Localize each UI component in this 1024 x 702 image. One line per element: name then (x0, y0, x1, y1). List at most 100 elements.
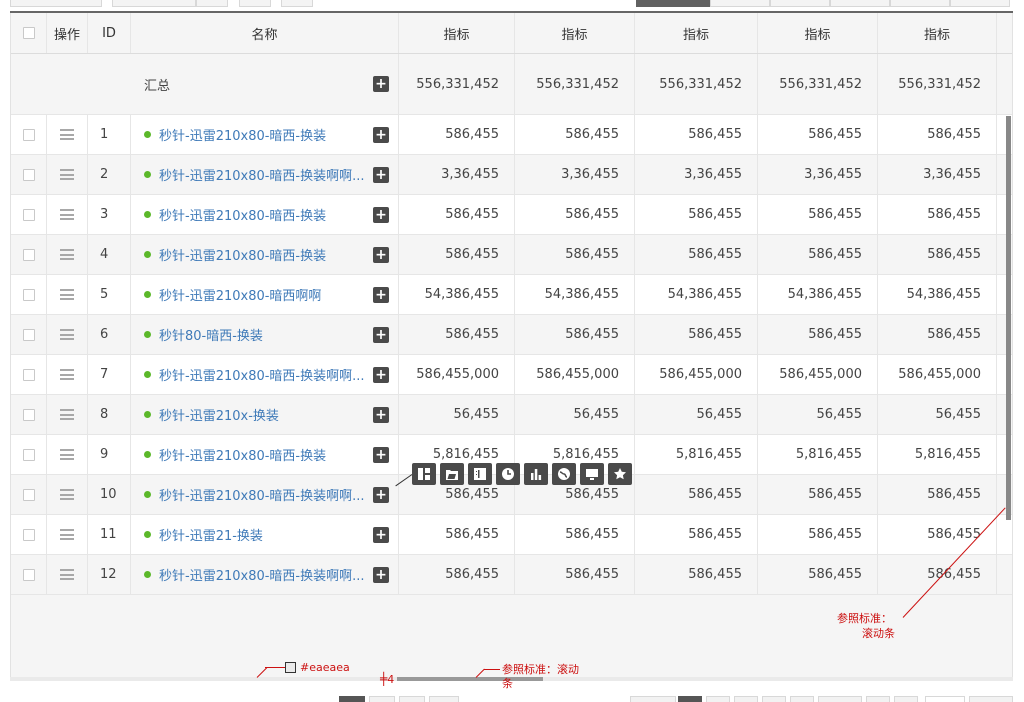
page-button[interactable] (429, 696, 459, 702)
page-button[interactable] (866, 696, 890, 702)
row-name-link[interactable]: 秒针-迅雷210x80-暗西-换装 (159, 205, 326, 224)
menu-icon[interactable] (60, 449, 74, 460)
row-checkbox[interactable] (22, 288, 35, 301)
menu-icon[interactable] (60, 169, 74, 180)
expand-plus-icon[interactable]: + (373, 206, 389, 223)
page-button[interactable] (630, 696, 676, 702)
table-row[interactable]: 1 秒针-迅雷210x80-暗西-换装 + 586,455 586,455 586… (11, 115, 1012, 155)
page-input[interactable] (925, 696, 965, 702)
row-checkbox[interactable] (22, 328, 35, 341)
menu-icon[interactable] (60, 369, 74, 380)
star-icon[interactable] (608, 463, 632, 485)
row-checkbox[interactable] (22, 488, 35, 501)
header-metric[interactable]: 指标 (515, 13, 635, 53)
top-control[interactable] (281, 0, 313, 7)
row-name-link[interactable]: 秒针-迅雷210x80-暗西-换装啊啊... (159, 165, 365, 184)
table-row[interactable]: 4 秒针-迅雷210x80-暗西-换装 + 586,455 586,455 586… (11, 235, 1012, 275)
row-checkbox[interactable] (22, 528, 35, 541)
page-button[interactable] (399, 696, 425, 702)
top-tab[interactable] (710, 0, 770, 7)
header-metric[interactable]: 指标 (399, 13, 515, 53)
table-row[interactable]: 8 秒针-迅雷210x-换装 + 56,455 56,455 56,455 56,… (11, 395, 1012, 435)
row-name-link[interactable]: 秒针-迅雷210x80-暗西-换装 (159, 245, 326, 264)
expand-plus-icon[interactable]: + (373, 326, 389, 343)
menu-icon[interactable] (60, 409, 74, 420)
page-button[interactable] (894, 696, 918, 702)
table-row[interactable]: 11 秒针-迅雷21-换装 + 586,455 586,455 586,455 5… (11, 515, 1012, 555)
row-checkbox[interactable] (22, 168, 35, 181)
row-checkbox[interactable] (22, 248, 35, 261)
folder-icon[interactable] (440, 463, 464, 485)
expand-plus-icon[interactable]: + (373, 566, 389, 583)
expand-plus-icon[interactable]: + (373, 366, 389, 383)
header-metric[interactable]: 指标 (635, 13, 758, 53)
header-name[interactable]: 名称 (131, 13, 399, 53)
header-metric[interactable]: 指标 (758, 13, 878, 53)
top-tab[interactable] (830, 0, 890, 7)
menu-icon[interactable] (60, 529, 74, 540)
page-go-button[interactable] (969, 696, 1013, 702)
menu-icon[interactable] (60, 249, 74, 260)
row-checkbox[interactable] (22, 208, 35, 221)
expand-plus-icon[interactable]: + (373, 526, 389, 543)
page-button[interactable] (762, 696, 786, 702)
menu-icon[interactable] (60, 209, 74, 220)
select-all-checkbox[interactable] (22, 27, 35, 39)
expand-plus-icon[interactable]: + (373, 166, 389, 183)
top-control[interactable] (10, 0, 102, 7)
expand-plus-icon[interactable]: + (373, 446, 389, 463)
clock-icon[interactable] (496, 463, 520, 485)
page-button[interactable] (818, 696, 862, 702)
row-name-link[interactable]: 秒针-迅雷210x80-暗西-换装啊啊... (159, 365, 365, 384)
bar-chart-icon[interactable] (524, 463, 548, 485)
row-name-link[interactable]: 秒针-迅雷210x80-暗西-换装 (159, 125, 326, 144)
table-row[interactable]: 5 秒针-迅雷210x80-暗西啊啊 + 54,386,455 54,386,45… (11, 275, 1012, 315)
layout-icon[interactable] (412, 463, 436, 485)
top-control[interactable] (112, 0, 196, 7)
horizontal-scroll-thumb[interactable] (397, 677, 543, 681)
row-checkbox[interactable] (22, 448, 35, 461)
monitor-icon[interactable] (580, 463, 604, 485)
vertical-scrollbar[interactable] (1006, 116, 1011, 520)
menu-icon[interactable] (60, 569, 74, 580)
table-row[interactable]: 3 秒针-迅雷210x80-暗西-换装 + 586,455 586,455 586… (11, 195, 1012, 235)
row-name-link[interactable]: 秒针-迅雷210x80-暗西啊啊 (159, 285, 321, 304)
page-button[interactable] (678, 696, 702, 702)
page-button[interactable] (369, 696, 395, 702)
row-checkbox[interactable] (22, 128, 35, 141)
row-checkbox[interactable] (22, 408, 35, 421)
row-name-link[interactable]: 秒针-迅雷210x80-暗西-换装啊啊... (159, 565, 365, 584)
expand-plus-icon[interactable]: + (373, 486, 389, 503)
expand-plus-icon[interactable]: + (373, 126, 389, 143)
top-tab[interactable] (770, 0, 830, 7)
table-row[interactable]: 2 秒针-迅雷210x80-暗西-换装啊啊... + 3,36,455 3,36,… (11, 155, 1012, 195)
top-tab-active[interactable] (636, 0, 710, 7)
expand-plus-icon[interactable]: + (373, 76, 389, 92)
table-row[interactable]: 6 秒针80-暗西-换装 + 586,455 586,455 586,455 58… (11, 315, 1012, 355)
row-name-link[interactable]: 秒针80-暗西-换装 (159, 325, 263, 344)
page-button[interactable] (706, 696, 730, 702)
row-name-link[interactable]: 秒针-迅雷210x-换装 (159, 405, 279, 424)
page-button[interactable] (339, 696, 365, 702)
page-button[interactable] (734, 696, 758, 702)
row-checkbox[interactable] (22, 368, 35, 381)
table-row[interactable]: 7 秒针-迅雷210x80-暗西-换装啊啊... + 586,455,000 58… (11, 355, 1012, 395)
menu-icon[interactable] (60, 289, 74, 300)
menu-icon[interactable] (60, 129, 74, 140)
row-name-link[interactable]: 秒针-迅雷210x80-暗西-换装啊啊... (159, 485, 365, 504)
globe-icon[interactable] (552, 463, 576, 485)
expand-plus-icon[interactable]: + (373, 406, 389, 423)
top-tab[interactable] (890, 0, 950, 7)
menu-icon[interactable] (60, 329, 74, 340)
menu-icon[interactable] (60, 489, 74, 500)
expand-plus-icon[interactable]: + (373, 246, 389, 263)
row-checkbox[interactable] (22, 568, 35, 581)
header-id[interactable]: ID (88, 13, 131, 53)
header-metric[interactable]: 指标 (878, 13, 997, 53)
row-name-link[interactable]: 秒针-迅雷21-换装 (159, 525, 263, 544)
top-tab[interactable] (950, 0, 1010, 7)
top-control[interactable] (239, 0, 271, 7)
columns-icon[interactable] (468, 463, 492, 485)
top-control[interactable] (196, 0, 228, 7)
row-name-link[interactable]: 秒针-迅雷210x80-暗西-换装 (159, 445, 326, 464)
